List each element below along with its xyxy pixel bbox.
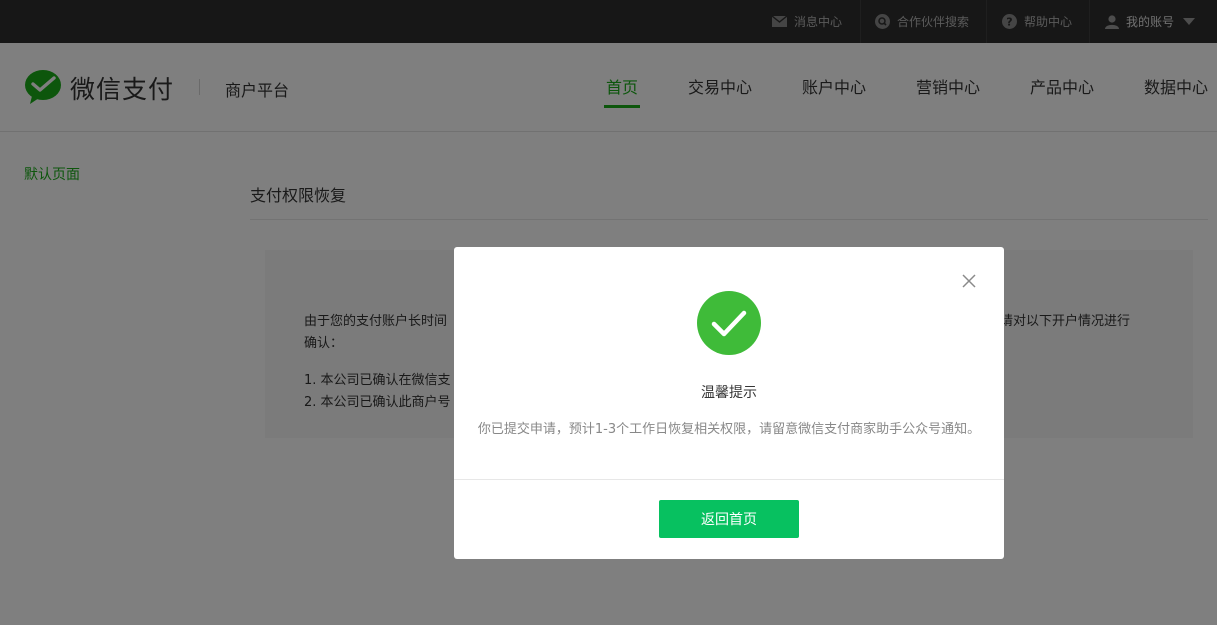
success-check-icon [697,291,761,355]
success-dialog: 温馨提示 你已提交申请，预计1-3个工作日恢复相关权限，请留意微信支付商家助手公… [454,247,1004,559]
dialog-divider [454,479,1004,480]
back-to-home-button[interactable]: 返回首页 [659,500,799,538]
close-icon[interactable] [960,272,978,290]
dialog-title: 温馨提示 [701,385,757,401]
dialog-message: 你已提交申请，预计1-3个工作日恢复相关权限，请留意微信支付商家助手公众号通知。 [477,422,981,437]
